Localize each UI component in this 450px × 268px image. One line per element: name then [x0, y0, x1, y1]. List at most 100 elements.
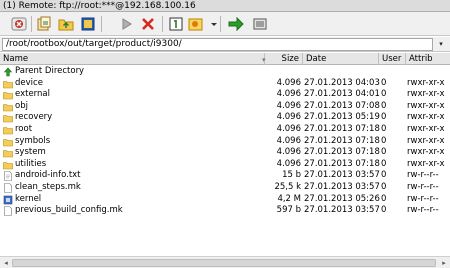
- file-size: 4.096: [276, 112, 301, 123]
- column-header-attrib[interactable]: Attrib: [406, 53, 450, 65]
- window-title: (1) Remote: ftp://root:***@192.168.100.1…: [0, 0, 450, 12]
- file-size: 4.096: [276, 89, 301, 100]
- file-date: 27.01.2013 03:57:00: [304, 170, 380, 181]
- file-user: 0: [381, 124, 387, 134]
- file-date: 27.01.2013 04:01:00: [304, 89, 380, 100]
- scroll-right-icon[interactable]: ▸: [438, 257, 450, 268]
- scroll-left-icon[interactable]: ◂: [0, 257, 12, 268]
- column-header-name[interactable]: Name: [0, 53, 265, 65]
- list-item[interactable]: device 4.09627.01.2013 04:03:000 rwxr-xr-x: [0, 78, 450, 90]
- folder-icon: [3, 136, 13, 147]
- file-user: 0: [381, 205, 387, 216]
- path-dropdown-icon[interactable]: ▾: [435, 38, 447, 51]
- list-item[interactable]: system 4.09627.01.2013 07:18:000 rwxr-xr-x: [0, 147, 450, 159]
- toolbar-separator: [162, 16, 163, 32]
- folder-icon: [3, 147, 13, 158]
- file-date: 27.01.2013 07:18:00: [304, 124, 380, 134]
- path-input[interactable]: /root/rootbox/out/target/product/i9300/: [2, 38, 433, 51]
- column-header-date[interactable]: Date: [303, 53, 379, 65]
- file-date: 27.01.2013 07:18:00: [304, 158, 380, 169]
- file-attrib: rwxr-xr-x: [407, 77, 445, 88]
- file-size: 597 b: [276, 205, 301, 216]
- file-size: 4.096: [276, 135, 301, 146]
- folder-icon: [3, 112, 13, 123]
- queue-button[interactable]: [252, 16, 268, 32]
- file-user: 0: [381, 77, 387, 88]
- list-item[interactable]: recovery 4.09627.01.2013 05:19:000 rwxr-xr…: [0, 112, 450, 124]
- folder-icon: [3, 101, 13, 112]
- file-attrib: rw-r--r--: [407, 182, 439, 192]
- list-item[interactable]: kernel 4,2 M27.01.2013 05:26:000 rw-r--r--: [0, 194, 450, 206]
- file-user: 0: [381, 112, 387, 123]
- file-date: 27.01.2013 05:26:00: [304, 193, 380, 204]
- file-user: 0: [381, 182, 387, 192]
- file-size: 4,2 M: [277, 193, 301, 204]
- scrollbar-thumb[interactable]: [12, 259, 436, 267]
- file-size: 25,5 k: [274, 182, 301, 192]
- toolbar-separator: [101, 16, 102, 32]
- column-header-size[interactable]: Size: [265, 53, 303, 65]
- file-name: kernel: [15, 193, 42, 204]
- home-folder-button[interactable]: [80, 16, 96, 32]
- file-name: device: [15, 77, 43, 88]
- parent-folder-icon: [58, 19, 74, 31]
- file-attrib: rwxr-xr-x: [407, 147, 445, 158]
- list-item[interactable]: root 4.09627.01.2013 07:18:000 rwxr-xr-x: [0, 124, 450, 136]
- file-attrib: rw-r--r--: [407, 193, 439, 204]
- transfer-mode-button[interactable]: [168, 16, 184, 32]
- list-item[interactable]: utilities 4.09627.01.2013 07:18:000 rwxr-x…: [0, 159, 450, 171]
- go-button[interactable]: [228, 16, 244, 32]
- list-item[interactable]: symbols 4.09627.01.2013 07:18:000 rwxr-xr-…: [0, 136, 450, 148]
- stop-icon: [142, 18, 154, 30]
- file-size: 4.096: [276, 77, 301, 88]
- list-item[interactable]: previous_build_config.mk 597 b 27.01.2013 …: [0, 205, 450, 217]
- file-attrib: rwxr-xr-x: [407, 135, 445, 146]
- column-header-user[interactable]: User: [379, 53, 406, 65]
- file-attrib: rw-r--r--: [407, 205, 439, 216]
- file-name: utilities: [15, 158, 47, 169]
- file-name: android-info.txt: [15, 170, 81, 181]
- path-bar: /root/rootbox/out/target/product/i9300/ …: [0, 37, 450, 52]
- file-size: 4.096: [276, 100, 301, 111]
- file-user: 0: [381, 135, 387, 146]
- list-item[interactable]: Parent Directory: [0, 66, 450, 78]
- bookmark-icon: [188, 18, 203, 31]
- file-date: 27.01.2013 04:03:00: [304, 77, 380, 88]
- file-attrib: rw-r--r--: [407, 170, 439, 181]
- parent-folder-button[interactable]: [58, 16, 74, 32]
- list-item[interactable]: android-info.txt 15 b27.01.2013 03:57:000…: [0, 170, 450, 182]
- list-item[interactable]: external 4.09627.01.2013 04:01:000 rwxr-xr…: [0, 89, 450, 101]
- file-date: 27.01.2013 07:18:00: [304, 135, 380, 146]
- file-size: 4.096: [276, 147, 301, 158]
- disconnect-button[interactable]: [11, 16, 27, 32]
- parent-directory-icon: [3, 66, 13, 77]
- file-size: 4.096: [276, 158, 301, 169]
- file-user: 0: [381, 100, 387, 111]
- stop-button[interactable]: [140, 16, 156, 32]
- file-icon: [3, 182, 13, 193]
- toolbar: [0, 12, 450, 36]
- horizontal-scrollbar[interactable]: ◂ ▸: [0, 256, 450, 268]
- play-button[interactable]: [118, 16, 134, 32]
- go-arrow-icon: [228, 16, 244, 32]
- folder-icon: [3, 78, 13, 89]
- file-attrib: rwxr-xr-x: [407, 158, 445, 169]
- file-user: 0: [381, 170, 387, 181]
- file-name: Parent Directory: [15, 66, 85, 76]
- disconnect-icon: [11, 17, 27, 31]
- file-name: external: [15, 89, 50, 100]
- copy-files-button[interactable]: [36, 16, 52, 32]
- file-date: 27.01.2013 03:57:00: [304, 182, 380, 192]
- list-item[interactable]: obj 4.09627.01.2013 07:08:000 rwxr-xr-x: [0, 101, 450, 113]
- file-icon: [3, 205, 13, 216]
- file-attrib: rwxr-xr-x: [407, 89, 445, 100]
- file-name: symbols: [15, 135, 51, 146]
- play-icon: [122, 18, 132, 30]
- bookmark-button[interactable]: [188, 16, 204, 32]
- bookmark-dropdown[interactable]: [206, 16, 217, 32]
- file-date: 27.01.2013 03:57:00: [304, 205, 380, 216]
- transfer-mode-icon: [169, 17, 183, 31]
- list-item[interactable]: clean_steps.mk 25,5 k27.01.2013 03:57:000…: [0, 182, 450, 194]
- folder-icon: [3, 89, 13, 100]
- file-user: 0: [381, 147, 387, 158]
